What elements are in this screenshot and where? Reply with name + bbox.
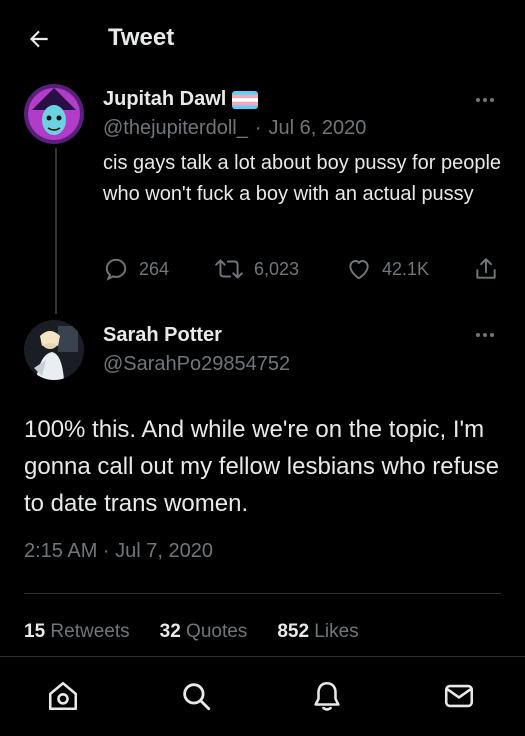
likes-count: 852 (277, 621, 310, 642)
retweets-stat[interactable]: 15 Retweets (24, 621, 130, 643)
tweet-timestamp[interactable]: 2:15 AM · Jul 7, 2020 (24, 540, 213, 563)
avatar[interactable] (24, 320, 84, 380)
like-count: 42.1K (382, 258, 430, 279)
likes-stat[interactable]: 852 Likes (277, 621, 358, 643)
quotes-count: 32 (159, 621, 181, 642)
divider (24, 593, 501, 594)
bottom-nav (0, 656, 525, 736)
tweet-stats: 15 Retweets 32 Quotes 852 Likes (24, 621, 359, 643)
notifications-icon[interactable] (310, 679, 344, 713)
heart-icon (349, 260, 369, 280)
retweets-count: 15 (24, 621, 46, 642)
retweet-count: 6,023 (254, 258, 300, 279)
more-options-icon[interactable] (473, 90, 497, 110)
tweet-date[interactable]: Jul 6, 2020 (269, 117, 367, 140)
reply-count: 264 (139, 258, 170, 279)
retweet-button[interactable]: 6,023 (214, 256, 299, 282)
trans-flag-icon (232, 90, 259, 109)
retweets-label: Retweets (50, 621, 130, 642)
author-name[interactable]: Jupitah Dawl (103, 88, 226, 111)
author-handle[interactable]: @thejupiterdoll_ (103, 117, 248, 140)
more-options-icon[interactable] (473, 325, 497, 345)
like-button[interactable]: 42.1K (346, 256, 429, 282)
author-name[interactable]: Sarah Potter (103, 324, 222, 347)
tweet-text: cis gays talk a lot about boy pussy for … (103, 152, 502, 205)
tweet-text: 100% this. And while we're on the topic,… (24, 416, 499, 517)
reply-icon (105, 258, 127, 281)
author-handle[interactable]: @SarahPo29854752 (103, 353, 290, 376)
likes-label: Likes (314, 621, 359, 642)
reply-button[interactable]: 264 (103, 256, 169, 282)
thread-line (55, 148, 57, 314)
quotes-stat[interactable]: 32 Quotes (160, 621, 248, 643)
page-title: Tweet (108, 24, 175, 51)
separator-dot: · (254, 117, 262, 139)
search-icon[interactable] (179, 679, 213, 713)
messages-icon[interactable] (442, 679, 476, 713)
quotes-label: Quotes (186, 621, 248, 642)
share-icon[interactable] (473, 256, 499, 282)
retweet-icon (215, 259, 243, 279)
avatar[interactable] (24, 84, 84, 144)
home-icon[interactable] (46, 679, 80, 713)
back-arrow-icon[interactable] (26, 26, 52, 52)
